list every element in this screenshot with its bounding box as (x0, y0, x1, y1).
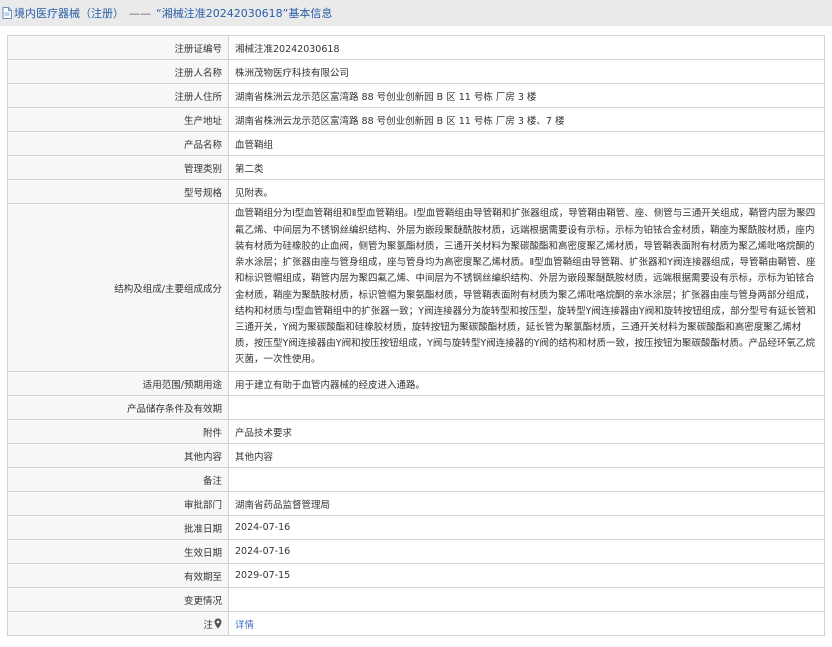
row-label: 变更情况 (7, 587, 229, 612)
table-row: 变更情况 (7, 587, 825, 612)
table-row: 结构及组成/主要组成成分 血管鞘组分为Ⅰ型血管鞘组和Ⅱ型血管鞘组。Ⅰ型血管鞘组由… (7, 203, 825, 372)
table-row: 有效期至 2029-07-15 (7, 563, 825, 588)
table-row: 生产地址 湖南省株洲云龙示范区富湾路 88 号创业创新园 B 区 11 号栋 厂… (7, 107, 825, 132)
row-value: 2024-07-16 (228, 539, 825, 564)
table-row: 生效日期 2024-07-16 (7, 539, 825, 564)
row-value (228, 395, 825, 420)
row-label: 注册人名称 (7, 59, 229, 84)
table-row: 型号规格 见附表。 (7, 179, 825, 204)
row-value (228, 467, 825, 492)
row-label: 生产地址 (7, 107, 229, 132)
row-label: 生效日期 (7, 539, 229, 564)
table-row: 管理类别 第二类 (7, 155, 825, 180)
row-value: 2024-07-16 (228, 515, 825, 540)
row-value: 用于建立有助于血管内器械的经皮进入通路。 (228, 371, 825, 396)
table-row: 适用范围/预期用途 用于建立有助于血管内器械的经皮进入通路。 (7, 371, 825, 396)
row-value: 其他内容 (228, 443, 825, 468)
page-header: 境内医疗器械（注册） —— “湘械注准20242030618”基本信息 (0, 0, 832, 26)
notes-value-cell: 详情 (228, 611, 825, 636)
title-separator: —— (129, 6, 151, 20)
table-row: 其他内容 其他内容 (7, 443, 825, 468)
table-row: 审批部门 湖南省药品监督管理局 (7, 491, 825, 516)
row-label: 型号规格 (7, 179, 229, 204)
location-pin-icon (214, 618, 222, 629)
notes-label-text: 注 (203, 619, 213, 631)
row-label: 其他内容 (7, 443, 229, 468)
row-label: 注册人住所 (7, 83, 229, 108)
row-value: 产品技术要求 (228, 419, 825, 444)
document-icon (2, 7, 12, 19)
row-value: 湖南省株洲云龙示范区富湾路 88 号创业创新园 B 区 11 号栋 厂房 3 楼 (228, 83, 825, 108)
table-row: 产品名称 血管鞘组 (7, 131, 825, 156)
page-title: 境内医疗器械（注册） (14, 7, 124, 20)
row-label: 适用范围/预期用途 (7, 371, 229, 396)
table-row: 注册人住所 湖南省株洲云龙示范区富湾路 88 号创业创新园 B 区 11 号栋 … (7, 83, 825, 108)
notes-label: 注 (203, 617, 222, 631)
page-subtitle: “湘械注准20242030618”基本信息 (156, 7, 333, 20)
table-row: 注册人名称 株洲茂物医疗科技有限公司 (7, 59, 825, 84)
table-row: 附件 产品技术要求 (7, 419, 825, 444)
row-value: 血管鞘组 (228, 131, 825, 156)
row-value: 株洲茂物医疗科技有限公司 (228, 59, 825, 84)
row-label: 注册证编号 (7, 35, 229, 60)
row-value: 见附表。 (228, 179, 825, 204)
table-row: 批准日期 2024-07-16 (7, 515, 825, 540)
row-label: 管理类别 (7, 155, 229, 180)
row-value: 2029-07-15 (228, 563, 825, 588)
row-value (228, 587, 825, 612)
row-label: 附件 (7, 419, 229, 444)
row-label: 产品储存条件及有效期 (7, 395, 229, 420)
row-label: 备注 (7, 467, 229, 492)
table-row: 注册证编号 湘械注准20242030618 (7, 35, 825, 60)
row-label: 批准日期 (7, 515, 229, 540)
row-value: 湖南省株洲云龙示范区富湾路 88 号创业创新园 B 区 11 号栋 厂房 3 楼… (228, 107, 825, 132)
details-link[interactable]: 详情 (235, 620, 254, 631)
row-value: 第二类 (228, 155, 825, 180)
info-table: 注册证编号 湘械注准20242030618 注册人名称 株洲茂物医疗科技有限公司… (7, 35, 825, 636)
row-label: 产品名称 (7, 131, 229, 156)
table-row: 备注 (7, 467, 825, 492)
row-value: 血管鞘组分为Ⅰ型血管鞘组和Ⅱ型血管鞘组。Ⅰ型血管鞘组由导管鞘和扩张器组成，导管鞘… (228, 203, 825, 372)
row-value: 湘械注准20242030618 (228, 35, 825, 60)
row-value: 湖南省药品监督管理局 (228, 491, 825, 516)
table-row: 产品储存条件及有效期 (7, 395, 825, 420)
notes-label-cell: 注 (7, 611, 229, 636)
row-label: 审批部门 (7, 491, 229, 516)
row-label: 结构及组成/主要组成成分 (7, 203, 229, 372)
table-row-notes: 注 详情 (7, 611, 825, 636)
row-label: 有效期至 (7, 563, 229, 588)
